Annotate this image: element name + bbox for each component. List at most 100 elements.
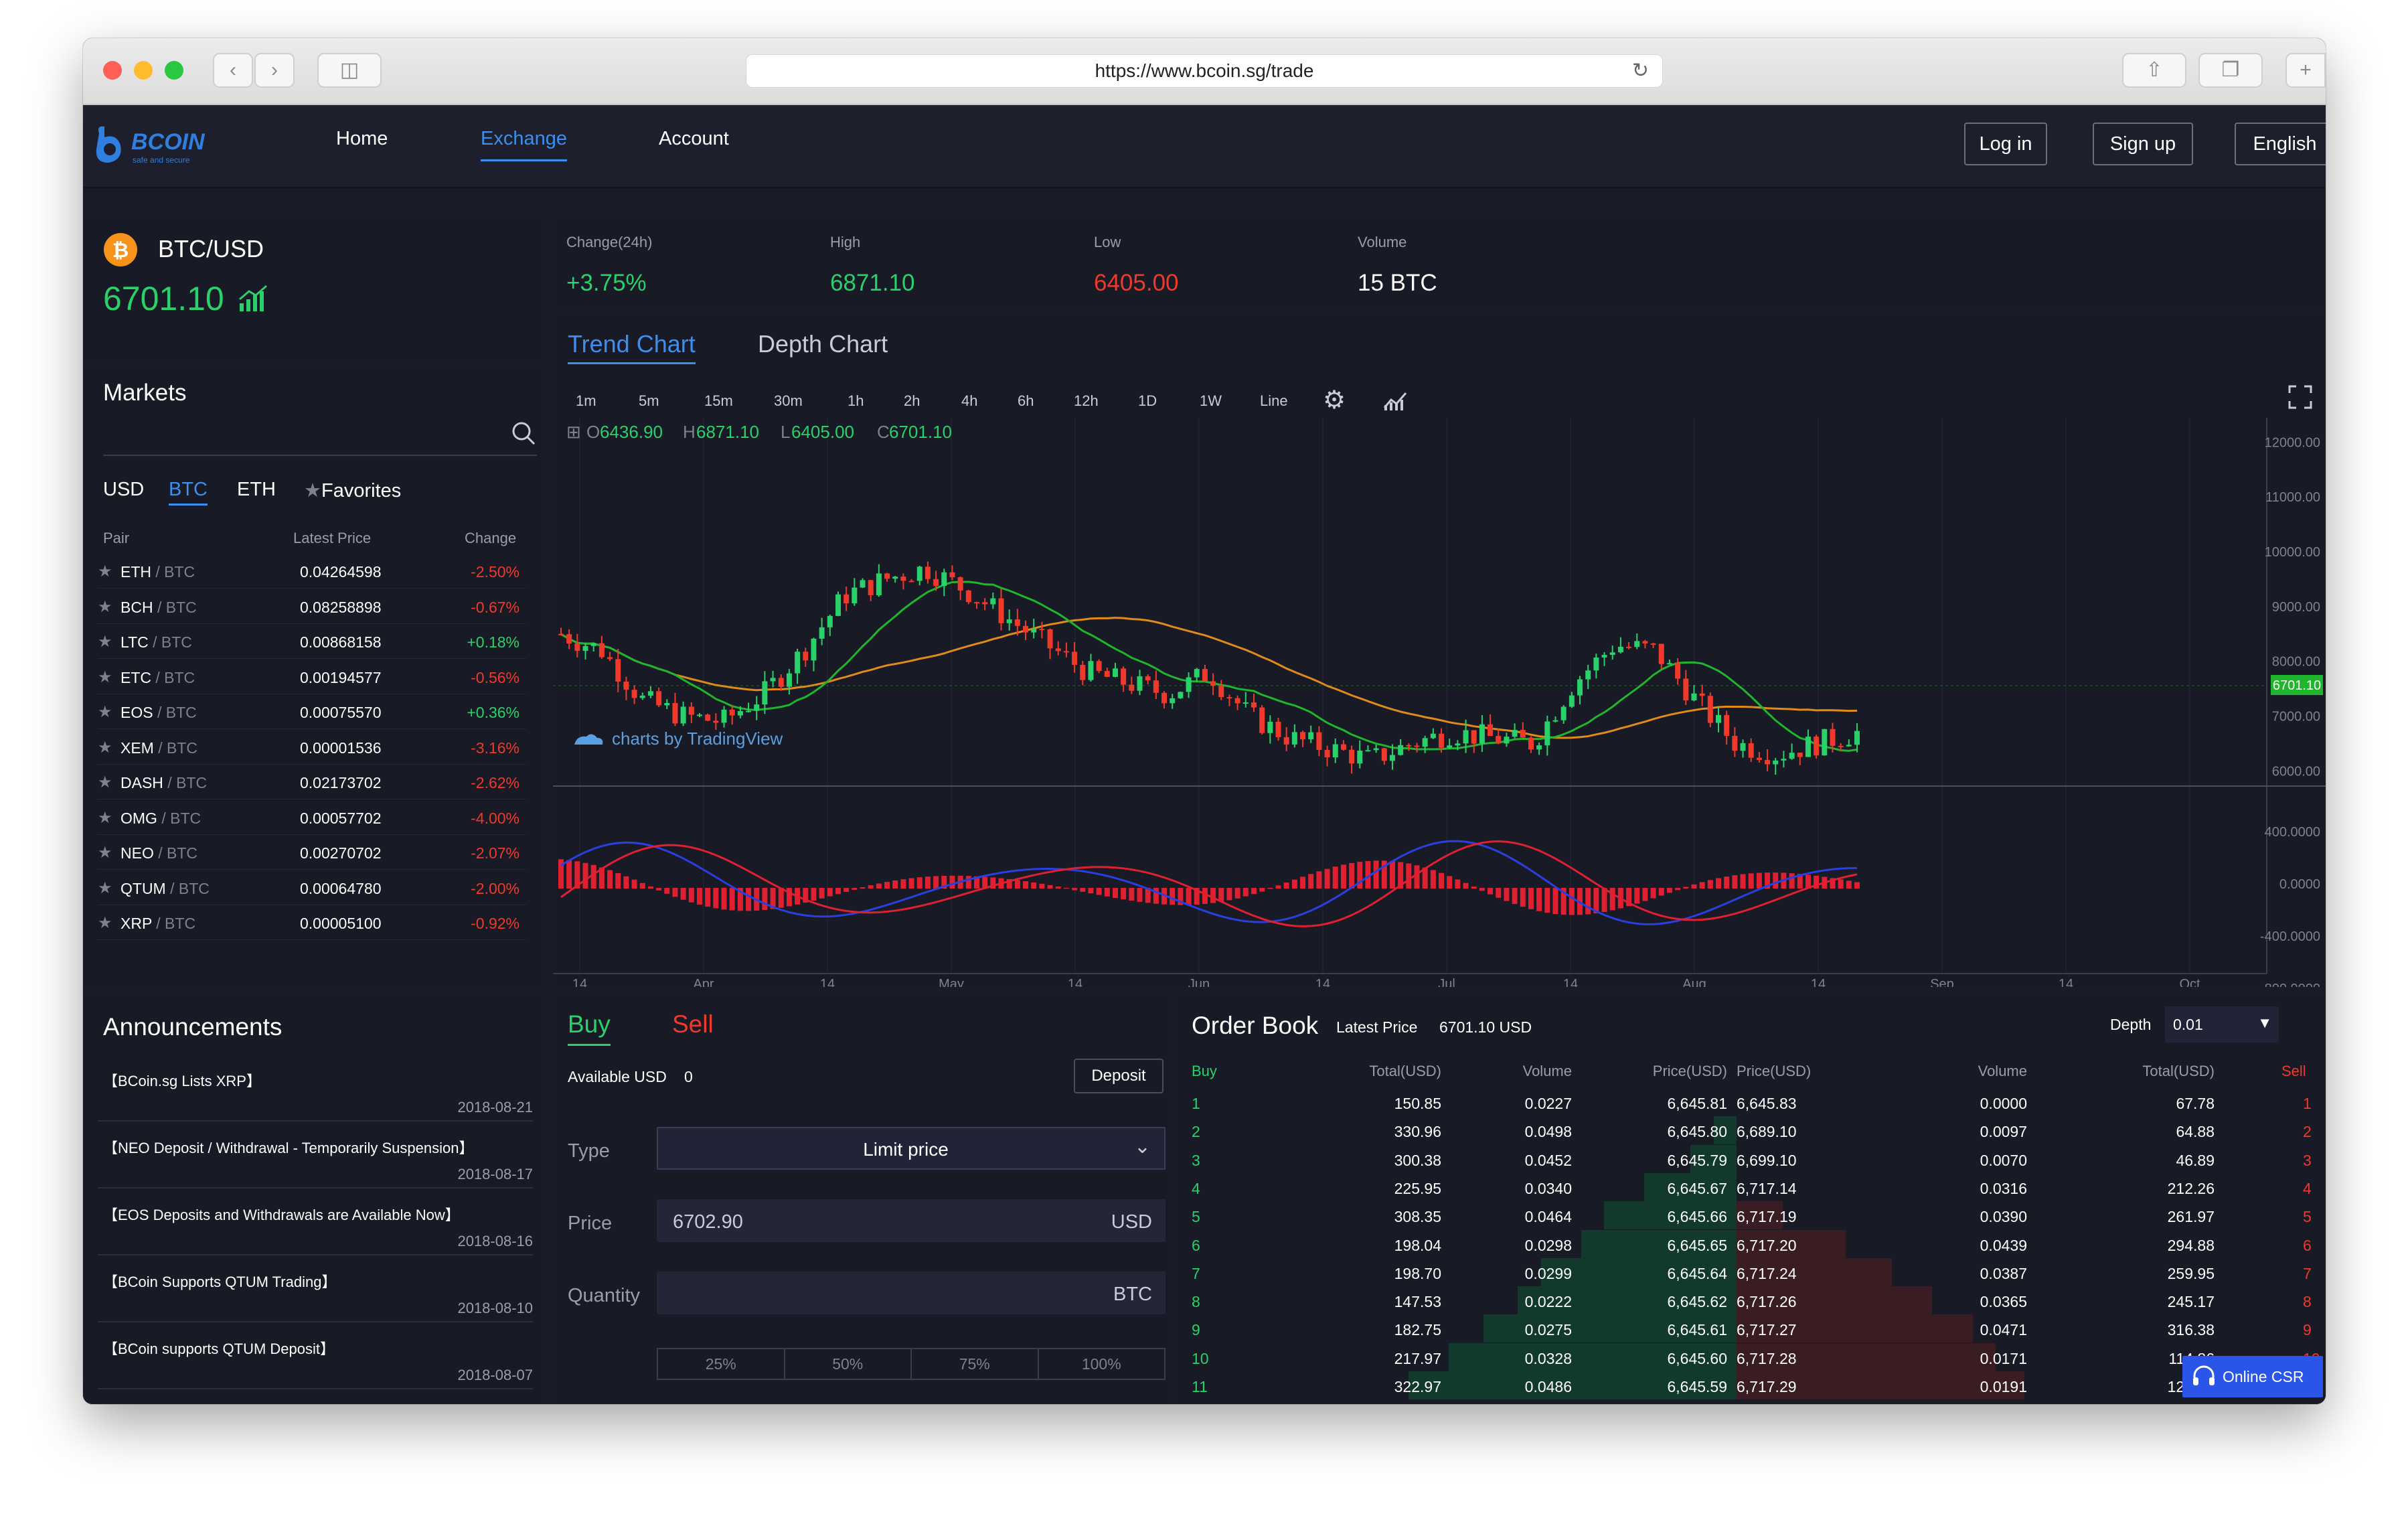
favorite-star-icon[interactable]: ★	[98, 562, 112, 581]
favorite-star-icon[interactable]: ★	[98, 843, 112, 862]
order-book-row[interactable]: 9 182.75 0.0275 6,645.61 6,717.27 0.0471 316.3…	[1177, 1314, 2326, 1343]
address-bar[interactable]: https://www.bcoin.sg/trade ↻	[746, 54, 1663, 88]
favorite-star-icon[interactable]: ★	[98, 632, 112, 651]
close-window-button[interactable]	[103, 61, 122, 80]
star-icon: ★	[304, 480, 321, 502]
percent-75-button[interactable]: 75%	[912, 1349, 1039, 1379]
market-search-input[interactable]	[103, 416, 537, 456]
order-book-row[interactable]: 2 330.96 0.0498 6,645.80 6,689.10 0.0097 64.88…	[1177, 1116, 2326, 1145]
market-row[interactable]: ★ LTC / BTC 0.00868158 +0.18%	[98, 624, 526, 659]
order-book-row[interactable]: 4 225.95 0.0340 6,645.67 6,717.14 0.0316 212.2…	[1177, 1172, 2326, 1201]
new-tab-icon[interactable]: +	[2285, 53, 2326, 88]
depth-select[interactable]: 0.01 ▼	[2165, 1006, 2279, 1043]
reload-icon[interactable]: ↻	[1632, 55, 1649, 87]
market-row[interactable]: ★ ETH / BTC 0.04264598 -2.50%	[98, 554, 526, 589]
timeframe-15m[interactable]: 15m	[704, 392, 733, 410]
timeframe-line[interactable]: Line	[1260, 392, 1288, 410]
order-book-row[interactable]: 11322.970.04866,645.596,717.290.0191128.…	[1177, 1371, 2326, 1399]
market-tab-favorites[interactable]: ★Favorites	[304, 479, 401, 502]
announcement-title[interactable]: 【EOS Deposits and Withdrawals are Availa…	[103, 1203, 460, 1225]
favorite-star-icon[interactable]: ★	[98, 738, 112, 757]
favorite-star-icon[interactable]: ★	[98, 702, 112, 722]
nav-exchange[interactable]: Exchange	[481, 128, 567, 161]
announcement-item[interactable]: 【BCoin supports QTUM Deposit】 2018-08-07	[98, 1324, 533, 1389]
language-selector[interactable]: English	[2235, 123, 2326, 165]
market-row[interactable]: ★ BCH / BTC 0.08258898 -0.67%	[98, 589, 526, 624]
timeframe-1w[interactable]: 1W	[1200, 392, 1222, 410]
market-row[interactable]: ★ XRP / BTC 0.00005100 -0.92%	[98, 905, 526, 940]
deposit-button[interactable]: Deposit	[1074, 1059, 1163, 1093]
timeframe-12h[interactable]: 12h	[1074, 392, 1099, 410]
timeframe-1m[interactable]: 1m	[576, 392, 596, 410]
indicators-icon[interactable]	[1382, 388, 1409, 412]
market-row[interactable]: ★ DASH / BTC 0.02173702 -2.62%	[98, 765, 526, 799]
nav-home[interactable]: Home	[336, 128, 388, 150]
login-button[interactable]: Log in	[1964, 123, 2047, 165]
announcement-title[interactable]: 【NEO Deposit / Withdrawal - Temporarily …	[103, 1136, 473, 1158]
favorite-star-icon[interactable]: ★	[98, 668, 112, 687]
market-row[interactable]: ★ EOS / BTC 0.00075570 +0.36%	[98, 694, 526, 729]
minimize-window-button[interactable]	[134, 61, 153, 80]
announcement-title[interactable]: 【BCoin.sg Lists XRP】	[103, 1069, 261, 1091]
candlestick-chart[interactable]: ⊞ O 6436.90 H 6871.10 L 6405.00 C 6701.1…	[553, 418, 2326, 987]
announcement-title[interactable]: 【BCoin supports QTUM Deposit】	[103, 1337, 335, 1359]
favorite-star-icon[interactable]: ★	[98, 808, 112, 828]
order-book-row[interactable]: 6 198.04 0.0298 6,645.65 6,717.20 0.0439 294.8…	[1177, 1229, 2326, 1258]
sell-tab[interactable]: Sell	[672, 1010, 714, 1039]
share-icon[interactable]: ⇧	[2122, 53, 2186, 88]
market-row[interactable]: ★ NEO / BTC 0.00270702 -2.07%	[98, 835, 526, 870]
announcement-title[interactable]: 【BCoin Supports QTUM Trading】	[103, 1270, 336, 1292]
order-book-row[interactable]: 8 147.53 0.0222 6,645.62 6,717.26 0.0365 245.1…	[1177, 1286, 2326, 1315]
announcement-item[interactable]: 【BCoin Supports QTUM Trading】 2018-08-10	[98, 1257, 533, 1322]
favorite-star-icon[interactable]: ★	[98, 878, 112, 898]
announcement-item[interactable]: 【BCoin.sg Lists XRP】 2018-08-21	[98, 1056, 533, 1122]
favorite-star-icon[interactable]: ★	[98, 913, 112, 933]
timeframe-2h[interactable]: 2h	[904, 392, 920, 410]
price-input[interactable]: 6702.90 USD	[657, 1199, 1166, 1242]
tab-trend-chart[interactable]: Trend Chart	[568, 330, 696, 364]
candle-body	[1031, 629, 1037, 633]
back-arrow-icon[interactable]: ‹	[213, 53, 253, 88]
order-book-row[interactable]: 10217.970.03286,645.606,717.280.0171114.…	[1177, 1343, 2326, 1371]
market-row[interactable]: ★ XEM / BTC 0.00001536 -3.16%	[98, 730, 526, 765]
order-book-row[interactable]: 7 198.70 0.0299 6,645.64 6,717.24 0.0387 259.9…	[1177, 1257, 2326, 1286]
nav-account[interactable]: Account	[659, 128, 729, 150]
tab-depth-chart[interactable]: Depth Chart	[758, 330, 888, 358]
chart-settings-icon[interactable]: ⚙	[1323, 385, 1346, 415]
percent-50-button[interactable]: 50%	[785, 1349, 912, 1379]
search-icon[interactable]	[510, 420, 537, 447]
tabs-overview-icon[interactable]: ❐	[2198, 53, 2263, 88]
market-row[interactable]: ★ OMG / BTC 0.00057702 -4.00%	[98, 800, 526, 835]
zoom-window-button[interactable]	[165, 61, 183, 80]
signup-button[interactable]: Sign up	[2093, 123, 2193, 165]
percent-25-button[interactable]: 25%	[658, 1349, 785, 1379]
order-book-row[interactable]: 1 150.85 0.0227 6,645.81 6,645.83 0.0000 67.78…	[1177, 1088, 2326, 1116]
quantity-input[interactable]: BTC	[657, 1272, 1166, 1314]
order-type-select[interactable]: Limit price ⌄	[657, 1127, 1166, 1170]
favorite-star-icon[interactable]: ★	[98, 773, 112, 792]
timeframe-1d[interactable]: 1D	[1138, 392, 1157, 410]
buy-tab[interactable]: Buy	[568, 1010, 611, 1046]
sidebar-toggle-icon[interactable]: ◫	[317, 53, 382, 88]
timeframe-6h[interactable]: 6h	[1018, 392, 1034, 410]
online-csr-button[interactable]: Online CSR	[2182, 1356, 2323, 1397]
market-tab-btc[interactable]: BTC	[169, 479, 208, 506]
market-row[interactable]: ★ QTUM / BTC 0.00064780 -2.00%	[98, 870, 526, 905]
timeframe-1h[interactable]: 1h	[848, 392, 864, 410]
market-row[interactable]: ★ ETC / BTC 0.00194577 -0.56%	[98, 660, 526, 694]
percent-100-button[interactable]: 100%	[1039, 1349, 1165, 1379]
order-book-row[interactable]: 3 300.38 0.0452 6,645.79 6,699.10 0.0070 46.89…	[1177, 1144, 2326, 1173]
timeframe-4h[interactable]: 4h	[961, 392, 977, 410]
sell-total: 294.88	[2167, 1236, 2215, 1254]
order-book-row[interactable]: 5 308.35 0.0464 6,645.66 6,717.19 0.0390 261.9…	[1177, 1201, 2326, 1230]
forward-arrow-icon[interactable]: ›	[254, 53, 295, 88]
timeframe-30m[interactable]: 30m	[774, 392, 803, 410]
favorite-star-icon[interactable]: ★	[98, 597, 112, 617]
announcement-item[interactable]: 【NEO Deposit / Withdrawal - Temporarily …	[98, 1123, 533, 1188]
timeframe-5m[interactable]: 5m	[639, 392, 659, 410]
announcement-item[interactable]: 【EOS Deposits and Withdrawals are Availa…	[98, 1190, 533, 1255]
fullscreen-icon[interactable]	[2287, 384, 2314, 410]
market-tab-usd[interactable]: USD	[103, 479, 144, 501]
market-tab-eth[interactable]: ETH	[237, 479, 276, 501]
bcoin-logo[interactable]: BCOIN safe and secure	[90, 119, 230, 172]
